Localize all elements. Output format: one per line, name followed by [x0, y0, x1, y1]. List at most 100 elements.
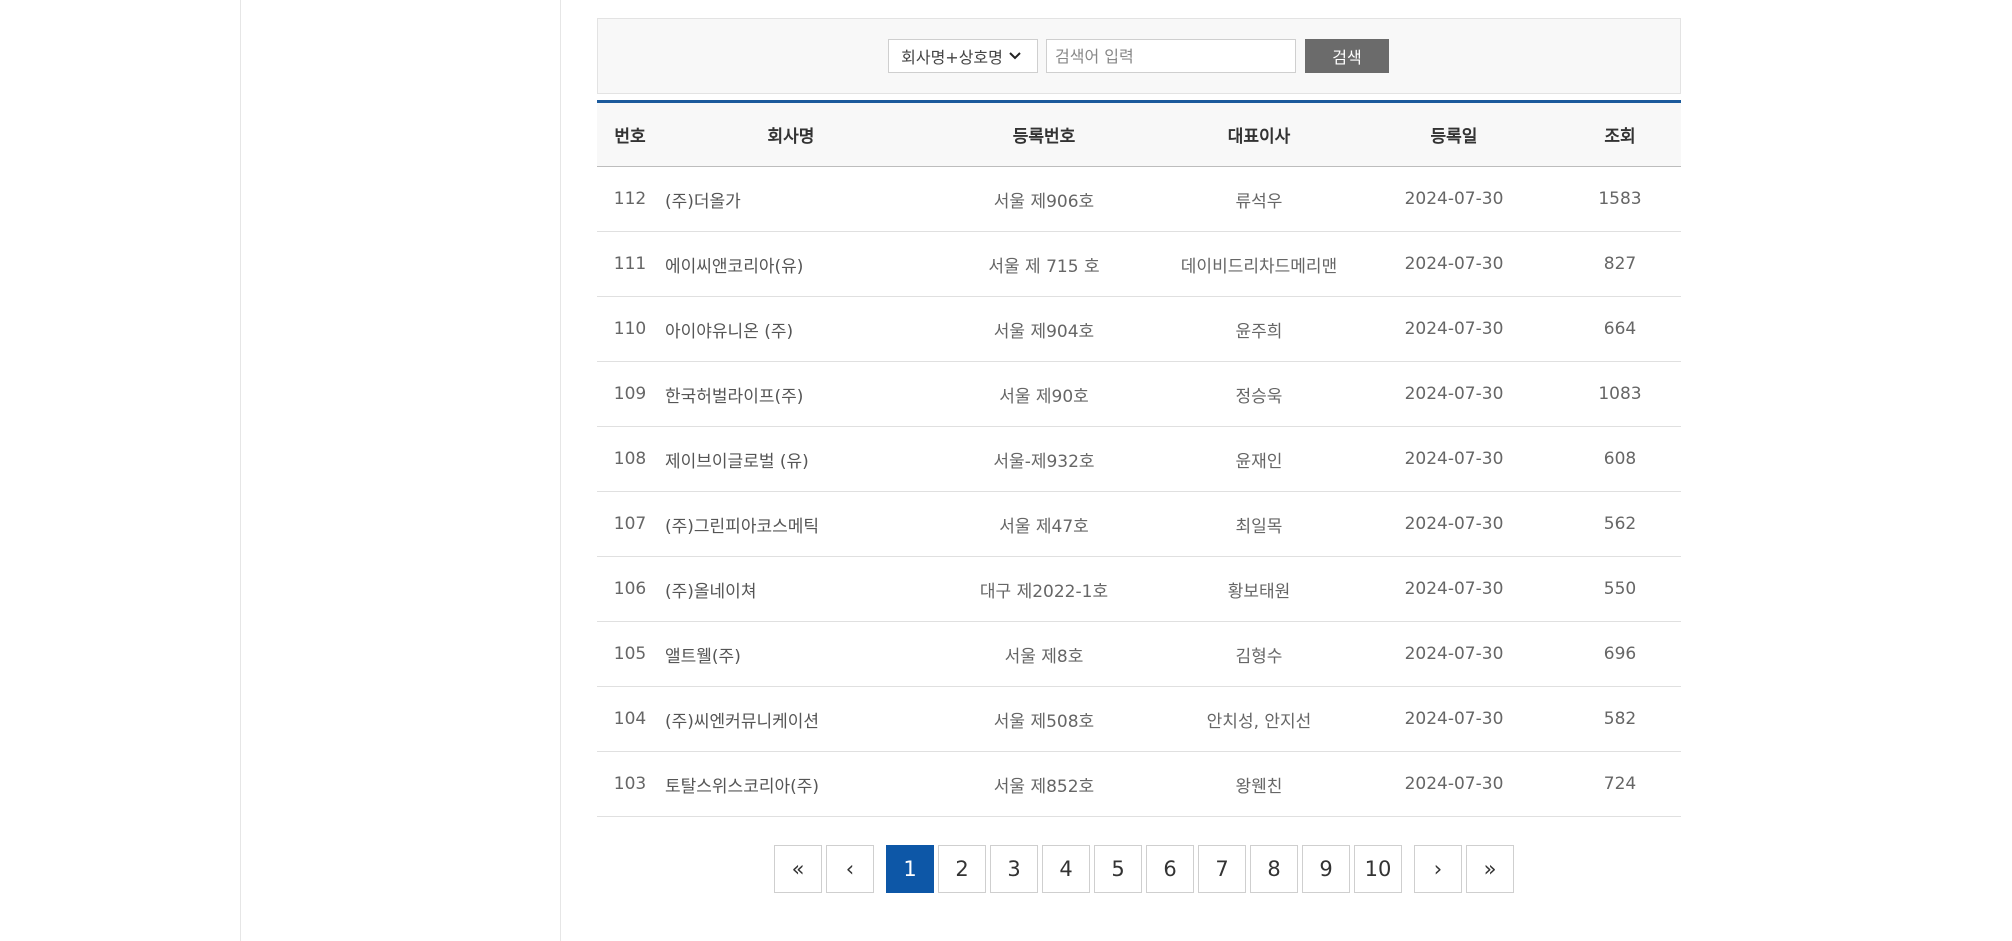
- cell-reg-number: 서울 제90호: [919, 361, 1169, 427]
- search-bar: 회사명+상호명 검색: [597, 18, 1681, 94]
- cell-views: 827: [1559, 231, 1681, 297]
- cell-reg-date: 2024-07-30: [1349, 231, 1559, 297]
- page-button-4[interactable]: 4: [1042, 845, 1090, 893]
- cell-views: 696: [1559, 621, 1681, 687]
- cell-ceo: 윤재인: [1169, 426, 1349, 492]
- cell-ceo: 정승욱: [1169, 361, 1349, 427]
- table-row[interactable]: 104 (주)씨엔커뮤니케이션 서울 제508호 안치성, 안지선 2024-07-30…: [597, 686, 1681, 752]
- table-header-row: 번호 회사명 등록번호 대표이사 등록일 조회: [597, 101, 1681, 167]
- cell-number: 106: [597, 556, 663, 622]
- company-table: 번호 회사명 등록번호 대표이사 등록일 조회 112 (주)더올가 서울 제906…: [597, 100, 1681, 817]
- page-button-8[interactable]: 8: [1250, 845, 1298, 893]
- cell-reg-number: 대구 제2022-1호: [919, 556, 1169, 622]
- cell-reg-number: 서울 제906호: [919, 166, 1169, 232]
- page-button-7[interactable]: 7: [1198, 845, 1246, 893]
- page-button-2[interactable]: 2: [938, 845, 986, 893]
- header-reg-number: 등록번호: [1012, 127, 1076, 147]
- header-views: 조회: [1604, 127, 1636, 147]
- header-company: 회사명: [767, 127, 815, 147]
- cell-reg-date: 2024-07-30: [1349, 621, 1559, 687]
- cell-company[interactable]: 아이야유니온 (주): [663, 296, 919, 362]
- page-button-3[interactable]: 3: [990, 845, 1038, 893]
- cell-company[interactable]: (주)씨엔커뮤니케이션: [663, 686, 919, 752]
- search-button[interactable]: 검색: [1305, 39, 1389, 73]
- cell-company[interactable]: 앨트웰(주): [663, 621, 919, 687]
- cell-reg-date: 2024-07-30: [1349, 556, 1559, 622]
- cell-ceo: 최일목: [1169, 491, 1349, 557]
- header-number: 번호: [614, 127, 646, 147]
- page-button-9[interactable]: 9: [1302, 845, 1350, 893]
- cell-reg-date: 2024-07-30: [1349, 166, 1559, 232]
- cell-ceo: 황보태원: [1169, 556, 1349, 622]
- cell-reg-date: 2024-07-30: [1349, 361, 1559, 427]
- company-table-wrap: 번호 회사명 등록번호 대표이사 등록일 조회 112 (주)더올가 서울 제906…: [597, 100, 1681, 817]
- cell-views: 1583: [1559, 166, 1681, 232]
- cell-reg-number: 서울 제508호: [919, 686, 1169, 752]
- cell-reg-number: 서울 제852호: [919, 751, 1169, 817]
- cell-reg-number: 서울 제 715 호: [919, 231, 1169, 297]
- cell-number: 107: [597, 491, 663, 557]
- cell-ceo: 류석우: [1169, 166, 1349, 232]
- cell-company[interactable]: 토탈스위스코리아(주): [663, 751, 919, 817]
- cell-reg-date: 2024-07-30: [1349, 751, 1559, 817]
- table-row[interactable]: 112 (주)더올가 서울 제906호 류석우 2024-07-30 1583: [597, 166, 1681, 232]
- page-button-5[interactable]: 5: [1094, 845, 1142, 893]
- cell-company[interactable]: 한국허벌라이프(주): [663, 361, 919, 427]
- cell-reg-date: 2024-07-30: [1349, 296, 1559, 362]
- table-row[interactable]: 109 한국허벌라이프(주) 서울 제90호 정승욱 2024-07-30 1083: [597, 361, 1681, 427]
- cell-reg-number: 서울 제47호: [919, 491, 1169, 557]
- header-reg-date: 등록일: [1430, 127, 1478, 147]
- table-row[interactable]: 105 앨트웰(주) 서울 제8호 김형수 2024-07-30 696: [597, 621, 1681, 687]
- cell-company[interactable]: (주)더올가: [663, 166, 919, 232]
- search-type-value: 회사명+상호명: [901, 48, 1003, 67]
- cell-company[interactable]: (주)올네이쳐: [663, 556, 919, 622]
- cell-number: 103: [597, 751, 663, 817]
- page-button-1[interactable]: 1: [886, 845, 934, 893]
- cell-ceo: 안치성, 안지선: [1169, 686, 1349, 752]
- cell-views: 608: [1559, 426, 1681, 492]
- cell-reg-date: 2024-07-30: [1349, 686, 1559, 752]
- table-row[interactable]: 107 (주)그린피아코스메틱 서울 제47호 최일목 2024-07-30 562: [597, 491, 1681, 557]
- cell-ceo: 데이비드리차드메리맨: [1169, 231, 1349, 297]
- pagination: « ‹ 1 2 3 4 5 6 7 8 9 10 › »: [774, 845, 1518, 893]
- cell-views: 562: [1559, 491, 1681, 557]
- table-row[interactable]: 110 아이야유니온 (주) 서울 제904호 윤주희 2024-07-30 664: [597, 296, 1681, 362]
- table-row[interactable]: 108 제이브이글로벌 (유) 서울-제932호 윤재인 2024-07-30 608: [597, 426, 1681, 492]
- page-button-6[interactable]: 6: [1146, 845, 1194, 893]
- cell-number: 105: [597, 621, 663, 687]
- next-page-button[interactable]: ›: [1414, 845, 1462, 893]
- cell-company[interactable]: 제이브이글로벌 (유): [663, 426, 919, 492]
- cell-ceo: 김형수: [1169, 621, 1349, 687]
- cell-views: 1083: [1559, 361, 1681, 427]
- cell-number: 108: [597, 426, 663, 492]
- cell-number: 104: [597, 686, 663, 752]
- cell-reg-number: 서울 제8호: [919, 621, 1169, 687]
- table-row[interactable]: 103 토탈스위스코리아(주) 서울 제852호 왕웬친 2024-07-30 724: [597, 751, 1681, 817]
- cell-reg-date: 2024-07-30: [1349, 491, 1559, 557]
- search-type-select[interactable]: 회사명+상호명: [888, 39, 1038, 73]
- table-row[interactable]: 106 (주)올네이쳐 대구 제2022-1호 황보태원 2024-07-30 550: [597, 556, 1681, 622]
- chevron-down-icon: [1009, 49, 1021, 63]
- cell-reg-date: 2024-07-30: [1349, 426, 1559, 492]
- cell-views: 582: [1559, 686, 1681, 752]
- cell-views: 724: [1559, 751, 1681, 817]
- cell-company[interactable]: 에이씨앤코리아(유): [663, 231, 919, 297]
- first-page-button[interactable]: «: [774, 845, 822, 893]
- left-divider: [240, 0, 241, 941]
- cell-views: 550: [1559, 556, 1681, 622]
- search-input[interactable]: [1046, 39, 1296, 73]
- content-divider: [560, 0, 561, 941]
- cell-reg-number: 서울-제932호: [919, 426, 1169, 492]
- cell-ceo: 왕웬친: [1169, 751, 1349, 817]
- cell-number: 109: [597, 361, 663, 427]
- page-button-10[interactable]: 10: [1354, 845, 1402, 893]
- cell-number: 112: [597, 166, 663, 232]
- cell-ceo: 윤주희: [1169, 296, 1349, 362]
- prev-page-button[interactable]: ‹: [826, 845, 874, 893]
- cell-reg-number: 서울 제904호: [919, 296, 1169, 362]
- cell-views: 664: [1559, 296, 1681, 362]
- table-row[interactable]: 111 에이씨앤코리아(유) 서울 제 715 호 데이비드리차드메리맨 2024-07…: [597, 231, 1681, 297]
- cell-company[interactable]: (주)그린피아코스메틱: [663, 491, 919, 557]
- last-page-button[interactable]: »: [1466, 845, 1514, 893]
- header-ceo: 대표이사: [1227, 127, 1291, 147]
